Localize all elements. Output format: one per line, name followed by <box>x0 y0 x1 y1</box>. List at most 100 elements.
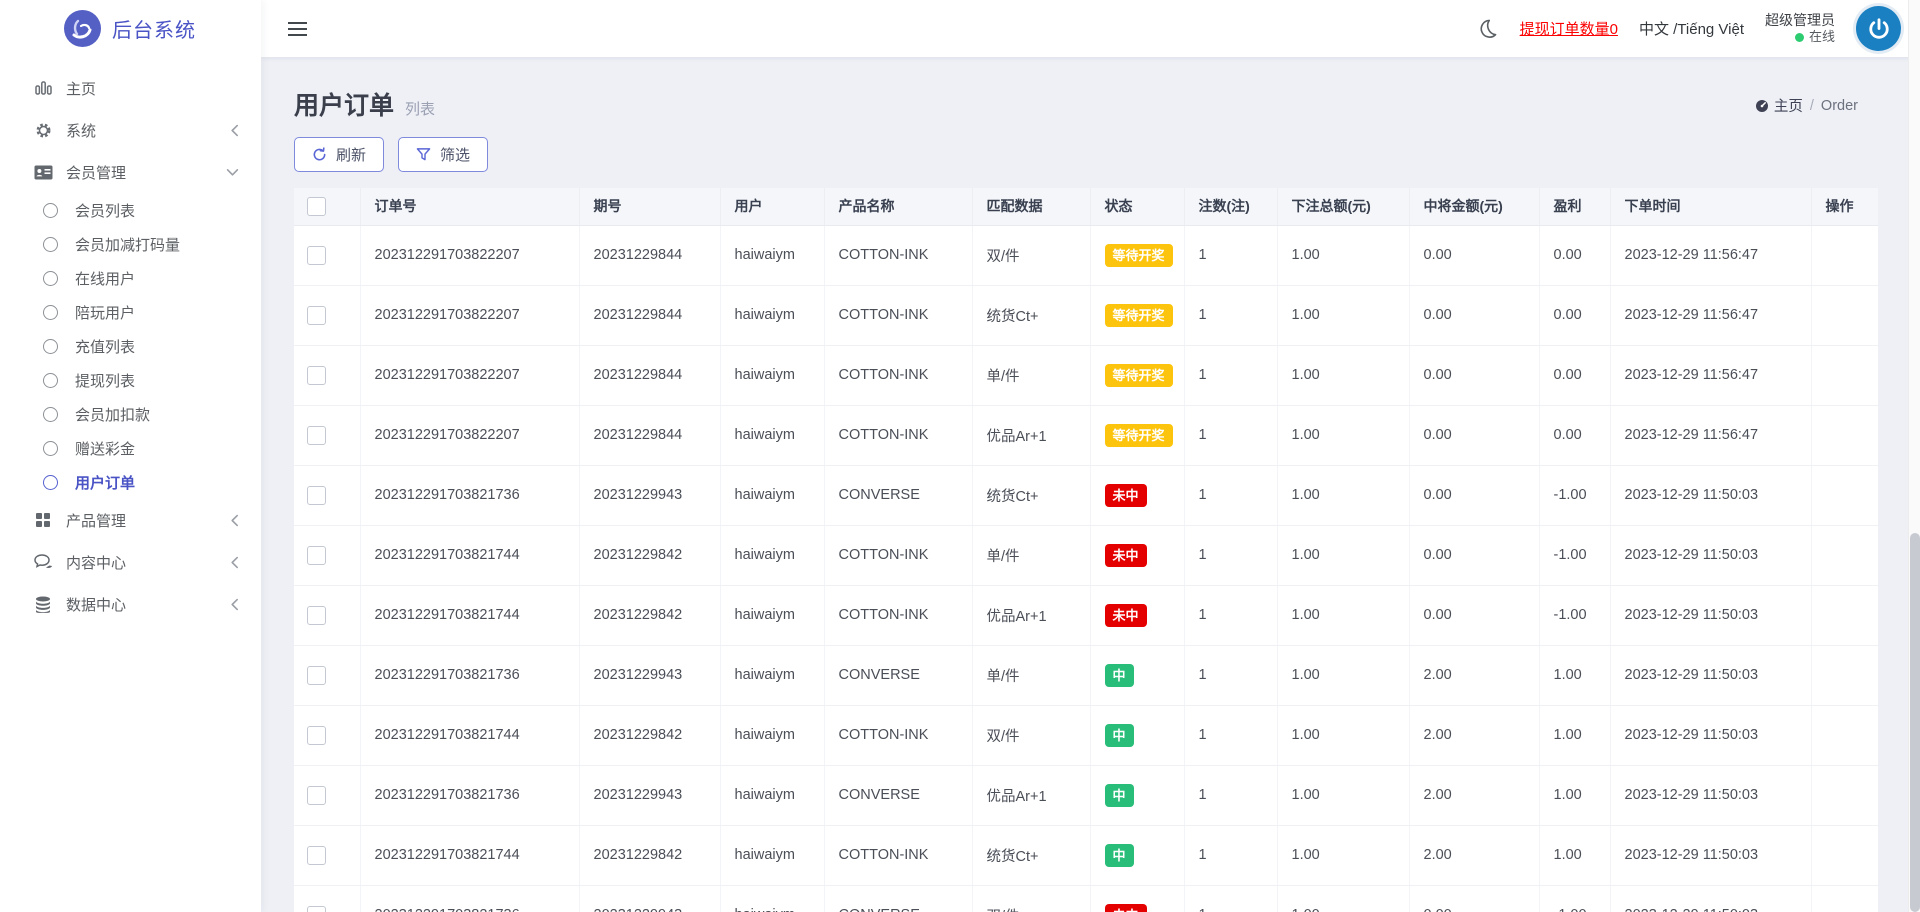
row-checkbox[interactable] <box>307 245 326 265</box>
cell-win-amount: 2.00 <box>1409 765 1540 826</box>
cell-actions <box>1811 405 1878 466</box>
cell-actions <box>1811 885 1878 912</box>
cell-period: 20231229844 <box>579 405 721 466</box>
column-header-3: 产品名称 <box>824 188 973 226</box>
cell-status: 中 <box>1090 705 1185 766</box>
row-checkbox[interactable] <box>307 845 326 865</box>
column-header-2: 用户 <box>720 188 825 226</box>
row-checkbox[interactable] <box>307 545 326 565</box>
select-all-checkbox[interactable] <box>307 196 326 216</box>
row-checkbox[interactable] <box>307 485 326 505</box>
sidebar-item-play-users[interactable]: 陪玩用户 <box>0 295 261 329</box>
cell-order-no: 202312291703821736 <box>360 885 580 912</box>
cell-actions <box>1811 285 1878 346</box>
cell-product: CONVERSE <box>824 765 973 826</box>
sidebar-item-label: 产品管理 <box>66 512 127 530</box>
cell-match: 统货Ct+ <box>972 825 1091 886</box>
cell-profit: 1.00 <box>1539 825 1611 886</box>
cell-match: 统货Ct+ <box>972 465 1091 526</box>
table-row: 202312291703821744 20231229842 haiwaiym COT… <box>294 525 1878 586</box>
sidebar-item-data-center[interactable]: 数据中心 <box>0 583 261 625</box>
cell-user: haiwaiym <box>720 705 825 766</box>
page-title: 用户订单 <box>294 92 395 120</box>
cell-profit: -1.00 <box>1539 465 1611 526</box>
cell-user: haiwaiym <box>720 885 825 912</box>
cell-bets: 1 <box>1184 525 1278 586</box>
app-logo-icon <box>64 10 101 47</box>
cell-order-no: 202312291703821744 <box>360 705 580 766</box>
row-checkbox[interactable] <box>307 365 326 385</box>
cell-period: 20231229943 <box>579 765 721 826</box>
scrollbar-thumb[interactable] <box>1910 533 1920 912</box>
cell-total: 1.00 <box>1277 225 1410 286</box>
cell-time: 2023-12-29 11:50:03 <box>1610 825 1812 886</box>
cell-select <box>294 825 361 886</box>
cell-profit: -1.00 <box>1539 525 1611 586</box>
topbar-right: 提现订单数量0 中文 /Tiếng Việt 超级管理员 在线 <box>1476 6 1901 51</box>
cell-period: 20231229844 <box>579 345 721 406</box>
dark-mode-toggle[interactable] <box>1476 17 1499 40</box>
row-checkbox[interactable] <box>307 425 326 445</box>
cell-total: 1.00 <box>1277 405 1410 466</box>
cell-total: 1.00 <box>1277 345 1410 406</box>
sidebar-item-home[interactable]: 主页 <box>0 67 261 109</box>
cell-status: 未中 <box>1090 465 1185 526</box>
cell-period: 20231229842 <box>579 825 721 886</box>
withdraw-order-notice[interactable]: 提现订单数量0 <box>1520 18 1618 39</box>
avatar[interactable] <box>1856 6 1901 51</box>
circle-bullet-icon <box>43 406 58 422</box>
cell-actions <box>1811 705 1878 766</box>
cell-total: 1.00 <box>1277 525 1410 586</box>
sidebar-item-bonus-gift[interactable]: 赠送彩金 <box>0 431 261 465</box>
language-switcher[interactable]: 中文 /Tiếng Việt <box>1639 18 1744 39</box>
cell-select <box>294 585 361 646</box>
cell-bets: 1 <box>1184 285 1278 346</box>
cell-select <box>294 345 361 406</box>
row-checkbox[interactable] <box>307 725 326 745</box>
sidebar-item-member-coding[interactable]: 会员加减打码量 <box>0 227 261 261</box>
cell-win-amount: 0.00 <box>1409 525 1540 586</box>
sidebar-item-member-list[interactable]: 会员列表 <box>0 193 261 227</box>
id-card-icon <box>33 163 53 181</box>
row-checkbox[interactable] <box>307 605 326 625</box>
row-checkbox[interactable] <box>307 305 326 325</box>
cell-profit: -1.00 <box>1539 585 1611 646</box>
page-head: 用户订单 列表 <box>294 86 435 122</box>
filter-button[interactable]: 筛选 <box>398 137 489 172</box>
menu-toggle-icon[interactable] <box>288 21 307 36</box>
sidebar-item-withdraw-list[interactable]: 提现列表 <box>0 363 261 397</box>
cell-win-amount: 2.00 <box>1409 825 1540 886</box>
table-row: 202312291703822207 20231229844 haiwaiym COT… <box>294 285 1878 346</box>
row-checkbox[interactable] <box>307 785 326 805</box>
grid-icon <box>33 511 53 529</box>
sidebar-item-user-orders[interactable]: 用户订单 <box>0 465 261 499</box>
breadcrumb-separator: / <box>1809 97 1814 114</box>
sidebar-item-members[interactable]: 会员管理 <box>0 151 261 193</box>
cell-product: COTTON-INK <box>824 345 973 406</box>
cell-period: 20231229842 <box>579 525 721 586</box>
cell-time: 2023-12-29 11:56:47 <box>1610 405 1812 466</box>
sidebar-item-online-users[interactable]: 在线用户 <box>0 261 261 295</box>
cell-status: 等待开奖 <box>1090 285 1185 346</box>
cell-select <box>294 525 361 586</box>
cell-win-amount: 0.00 <box>1409 285 1540 346</box>
sidebar-item-recharge-list[interactable]: 充值列表 <box>0 329 261 363</box>
row-checkbox[interactable] <box>307 905 326 912</box>
circle-bullet-icon <box>43 270 58 286</box>
sidebar-item-products[interactable]: 产品管理 <box>0 499 261 541</box>
cell-profit: -1.00 <box>1539 885 1611 912</box>
cell-time: 2023-12-29 11:50:03 <box>1610 765 1812 826</box>
sidebar-item-system[interactable]: 系统 <box>0 109 261 151</box>
cell-select <box>294 765 361 826</box>
sidebar-item-label: 赠送彩金 <box>75 440 136 458</box>
table-row: 20231229170382173620231229943haiwaiymCON… <box>294 765 1878 826</box>
refresh-button[interactable]: 刷新 <box>294 137 385 172</box>
table-row: 202312291703822207 20231229844 haiwaiym COT… <box>294 345 1878 406</box>
cell-order-no: 202312291703821744 <box>360 585 580 646</box>
sidebar-item-member-adjust[interactable]: 会员加扣款 <box>0 397 261 431</box>
cell-period: 20231229844 <box>579 285 721 346</box>
row-checkbox[interactable] <box>307 665 326 685</box>
breadcrumb-home[interactable]: 主页 <box>1755 95 1803 116</box>
cell-profit: 0.00 <box>1539 225 1611 286</box>
sidebar-item-content[interactable]: 内容中心 <box>0 541 261 583</box>
